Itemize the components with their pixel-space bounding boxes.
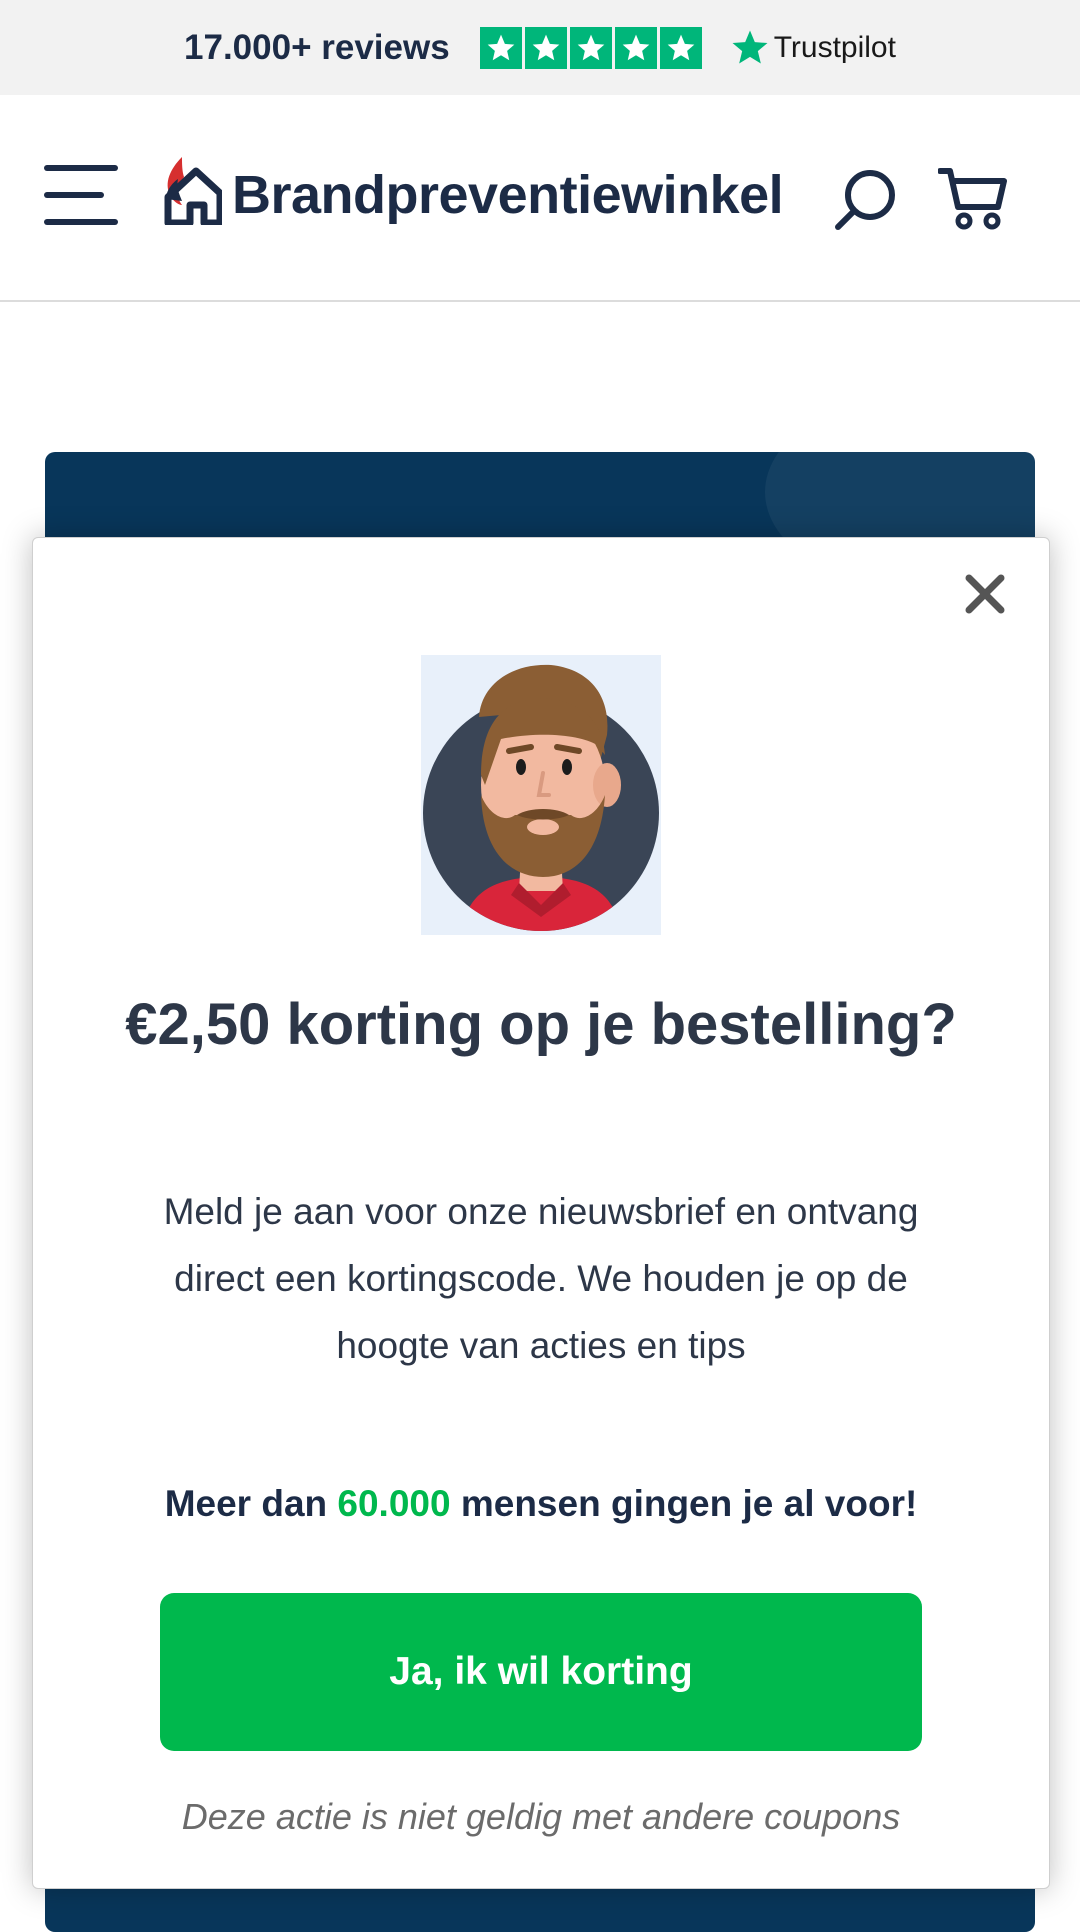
popup-title: €2,50 korting op je bestelling?	[125, 992, 957, 1057]
social-proof-prefix: Meer dan	[164, 1483, 338, 1524]
bearded-man-avatar-icon	[421, 655, 661, 935]
flame-house-icon	[164, 157, 222, 225]
trustpilot-logo: Trustpilot	[730, 28, 896, 68]
social-proof: Meer dan 60.000 mensen gingen je al voor…	[53, 1483, 1029, 1525]
close-icon[interactable]	[959, 568, 1011, 620]
get-discount-button[interactable]: Ja, ik wil korting	[160, 1593, 922, 1751]
trustpilot-label: Trustpilot	[773, 30, 896, 64]
trustpilot-star-icon	[732, 30, 768, 63]
menu-icon[interactable]	[44, 165, 118, 225]
brand-name: Brandpreventiewinkel	[232, 165, 784, 225]
social-proof-number: 60.000	[337, 1483, 451, 1524]
brand-logo[interactable]: Brandpreventiewinkel	[160, 153, 784, 225]
review-count: 17.000+ reviews	[184, 27, 450, 67]
popup-description: Meld je aan voor onze nieuwsbrief en ont…	[163, 1191, 919, 1366]
star-icon	[479, 26, 522, 69]
popup-disclaimer: Deze actie is niet geldig met andere cou…	[181, 1796, 901, 1837]
trustpilot-review-bar[interactable]: 17.000+ reviews Trustpilot	[0, 0, 1080, 95]
social-proof-suffix: mensen gingen je al voor!	[450, 1483, 918, 1524]
star-icon	[614, 26, 657, 69]
newsletter-popup: €2,50 korting op je bestelling? Meld je …	[32, 537, 1050, 1889]
search-icon[interactable]	[832, 167, 896, 231]
star-icon	[569, 26, 612, 69]
star-icon	[659, 26, 702, 69]
trustpilot-stars	[479, 26, 702, 69]
cart-icon[interactable]	[937, 167, 1008, 231]
star-icon	[524, 26, 567, 69]
site-header: Brandpreventiewinkel	[0, 95, 1080, 302]
